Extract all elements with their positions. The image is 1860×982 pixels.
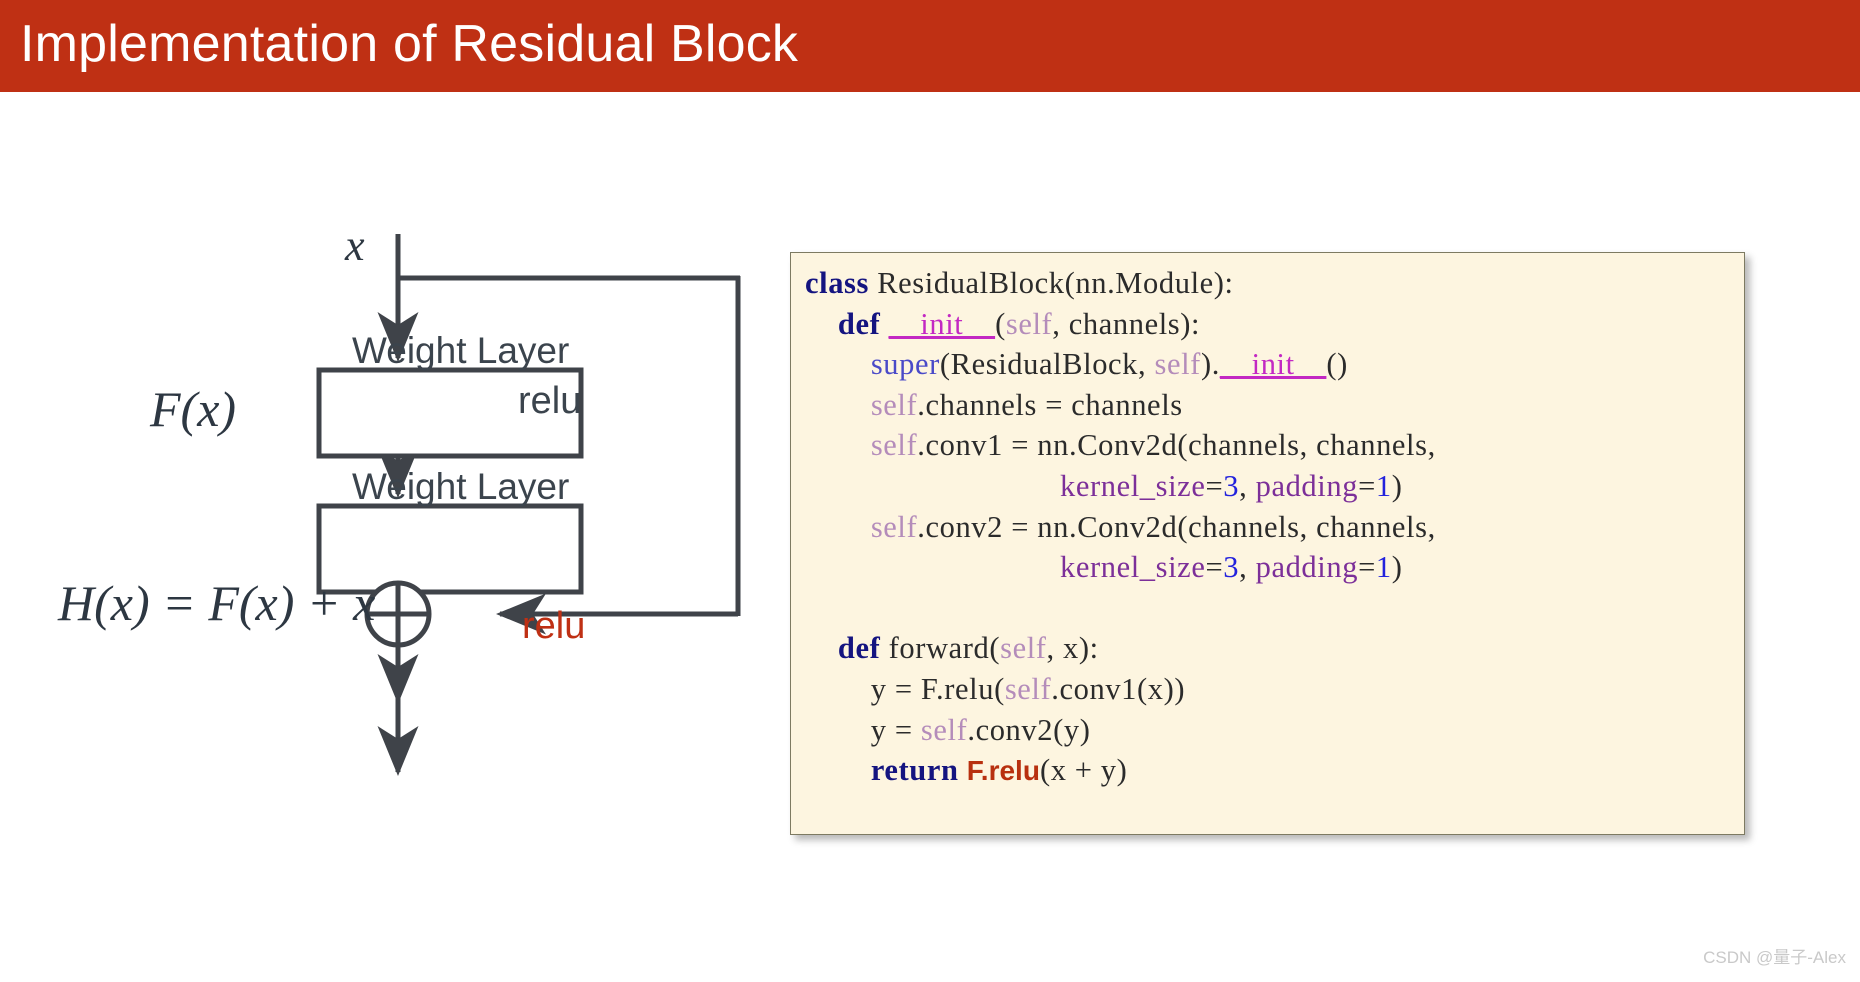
sum-node-plus-circle xyxy=(364,580,432,648)
weight-layer-1-label: Weight Layer xyxy=(352,330,570,371)
relu-label-middle: relu xyxy=(518,380,582,422)
weight-layer-2-label: Weight Layer xyxy=(352,466,570,507)
relu-label-output: relu xyxy=(522,605,586,647)
code-snippet-panel: class ResidualBlock(nn.Module): def __in… xyxy=(790,252,1745,835)
csdn-watermark: CSDN @量子-Alex xyxy=(1703,948,1846,967)
python-code-block: class ResidualBlock(nn.Module): def __in… xyxy=(805,266,1436,788)
residual-block-diagram: x F(x) H(x) = F(x) + x relu relu Weight … xyxy=(0,92,800,982)
diagram-canvas xyxy=(316,234,741,777)
slide-title-bar: Implementation of Residual Block xyxy=(0,0,1860,92)
page-title: Implementation of Residual Block xyxy=(20,15,799,73)
output-formula-hx: H(x) = F(x) + x xyxy=(58,575,376,631)
function-label-fx: F(x) xyxy=(150,381,237,437)
input-label-x: x xyxy=(345,221,365,270)
